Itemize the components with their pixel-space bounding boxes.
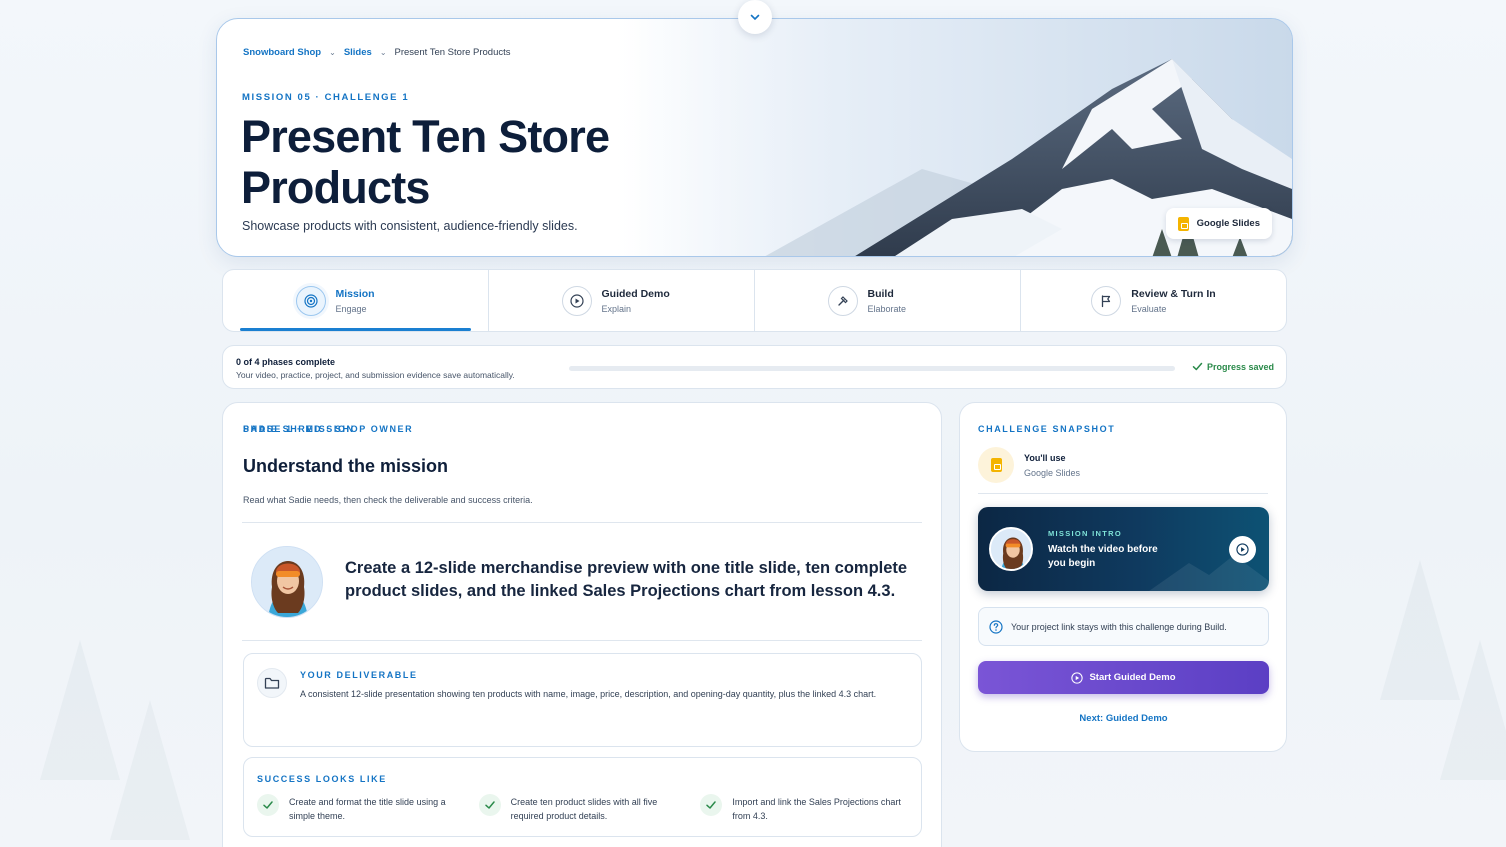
challenge-snapshot: CHALLENGE SNAPSHOT You'll use Google Sli… [959, 402, 1287, 752]
mission-quote: Create a 12-slide merchandise preview wi… [345, 559, 908, 600]
page-subtitle: Showcase products with consistent, audie… [242, 219, 578, 233]
mission-intro-video-card[interactable]: MISSION INTRO Watch the video before you… [978, 507, 1269, 591]
check-icon [700, 794, 723, 816]
tab-review-turn-in[interactable]: Review & Turn In Evaluate [1021, 270, 1286, 331]
progress-summary: 0 of 4 phases complete Your video, pract… [222, 345, 1287, 389]
tab-title: Mission [335, 287, 375, 300]
tab-title: Build [867, 287, 894, 300]
check-icon [478, 794, 501, 816]
start-guided-demo-button[interactable]: Start Guided Demo [978, 661, 1269, 694]
deliverable-text: A consistent 12-slide presentation showi… [300, 689, 877, 699]
google-slides-icon [978, 447, 1014, 483]
breadcrumb: Snowboard Shop ⌄ Slides ⌄ Present Ten St… [243, 47, 511, 58]
tab-build[interactable]: Build Elaborate [755, 270, 1021, 331]
avatar [989, 527, 1033, 571]
help-icon [989, 619, 1003, 634]
breadcrumb-link-slides[interactable]: Slides [344, 47, 372, 58]
success-criterion: Create ten product slides with all five … [478, 794, 687, 823]
section-lead: Read what Sadie needs, then check the de… [243, 495, 533, 505]
deliverable-card: YOUR DELIVERABLE A consistent 12-slide p… [243, 653, 922, 747]
success-criterion-text: Create and format the title slide using … [289, 797, 446, 821]
success-criteria-card: SUCCESS LOOKS LIKE Create and format the… [243, 757, 922, 837]
mission-panel: PHASE 1 · MISSION Understand the mission… [222, 402, 942, 847]
tab-subtitle: Engage [335, 303, 367, 314]
hammer-icon [827, 285, 858, 316]
check-icon [1192, 362, 1203, 371]
tab-title: Guided Demo [601, 287, 670, 300]
page-title: Present Ten Store Products [241, 111, 610, 213]
avatar [251, 546, 323, 618]
speaker-label: SADIE SHRED · SHOP OWNER [243, 424, 414, 434]
snapshot-kicker: CHALLENGE SNAPSHOT [978, 424, 1116, 434]
progress-saved-label: Progress saved [1206, 361, 1274, 372]
tool-summary-name: Google Slides [1024, 467, 1081, 478]
start-guided-demo-label: Start Guided Demo [1089, 672, 1176, 683]
success-criterion: Import and link the Sales Projections ch… [700, 794, 908, 823]
active-tab-indicator [240, 328, 471, 331]
intro-title: Watch the video before you begin [1048, 544, 1158, 569]
tab-title: Review & Turn In [1131, 287, 1216, 300]
project-link-note-text: Your project link stays with this challe… [1011, 621, 1227, 632]
divider [242, 640, 922, 641]
check-icon [257, 794, 279, 816]
next-phase-link[interactable]: Next: Guided Demo [978, 713, 1269, 724]
chevron-down-icon: ⌄ [379, 48, 387, 57]
success-criterion-text: Create ten product slides with all five … [510, 797, 658, 821]
flag-icon [1091, 285, 1122, 316]
tab-guided-demo[interactable]: Guided Demo Explain [489, 270, 755, 331]
folder-icon [257, 668, 287, 698]
phase-tabs: Mission Engage Guided Demo Explain Build… [222, 269, 1287, 332]
play-video-button[interactable] [1229, 536, 1256, 563]
tool-badge-label: Google Slides [1196, 218, 1260, 229]
intro-kicker: MISSION INTRO [1048, 529, 1122, 538]
chevron-down-icon [750, 14, 760, 21]
success-criterion: Create and format the title slide using … [257, 794, 465, 823]
progress-bar [569, 366, 1175, 371]
success-criterion-text: Import and link the Sales Projections ch… [732, 797, 901, 821]
section-heading: Understand the mission [243, 456, 449, 476]
breadcrumb-link-shop[interactable]: Snowboard Shop [243, 47, 321, 58]
play-icon [1071, 671, 1084, 684]
tool-summary: You'll use Google Slides [978, 447, 1080, 483]
play-icon [561, 285, 592, 316]
success-kicker: SUCCESS LOOKS LIKE [257, 774, 387, 784]
divider [978, 493, 1268, 494]
progress-count: 0 of 4 phases complete [236, 357, 336, 367]
progress-note: Your video, practice, project, and submi… [236, 370, 515, 380]
target-icon [295, 285, 326, 316]
hero-kicker: MISSION 05 · CHALLENGE 1 [242, 92, 410, 103]
play-icon [1236, 543, 1249, 556]
tab-mission[interactable]: Mission Engage [223, 270, 489, 331]
deliverable-kicker: YOUR DELIVERABLE [300, 670, 418, 680]
chevron-down-icon: ⌄ [329, 48, 336, 57]
success-criteria-list: Create and format the title slide using … [257, 794, 908, 823]
collapse-hero-button[interactable] [738, 0, 772, 34]
divider [242, 522, 922, 523]
breadcrumb-current: Present Ten Store Products [394, 47, 511, 58]
project-link-note: Your project link stays with this challe… [978, 607, 1269, 646]
hero-banner: Snowboard Shop ⌄ Slides ⌄ Present Ten St… [216, 18, 1293, 257]
google-slides-icon [1177, 216, 1189, 231]
tab-subtitle: Evaluate [1131, 303, 1167, 314]
tab-subtitle: Explain [601, 303, 632, 314]
tool-badge: Google Slides [1165, 208, 1272, 239]
tool-summary-label: You'll use [1024, 452, 1066, 463]
progress-saved-status: Progress saved [1192, 361, 1274, 372]
tab-subtitle: Elaborate [867, 303, 907, 314]
